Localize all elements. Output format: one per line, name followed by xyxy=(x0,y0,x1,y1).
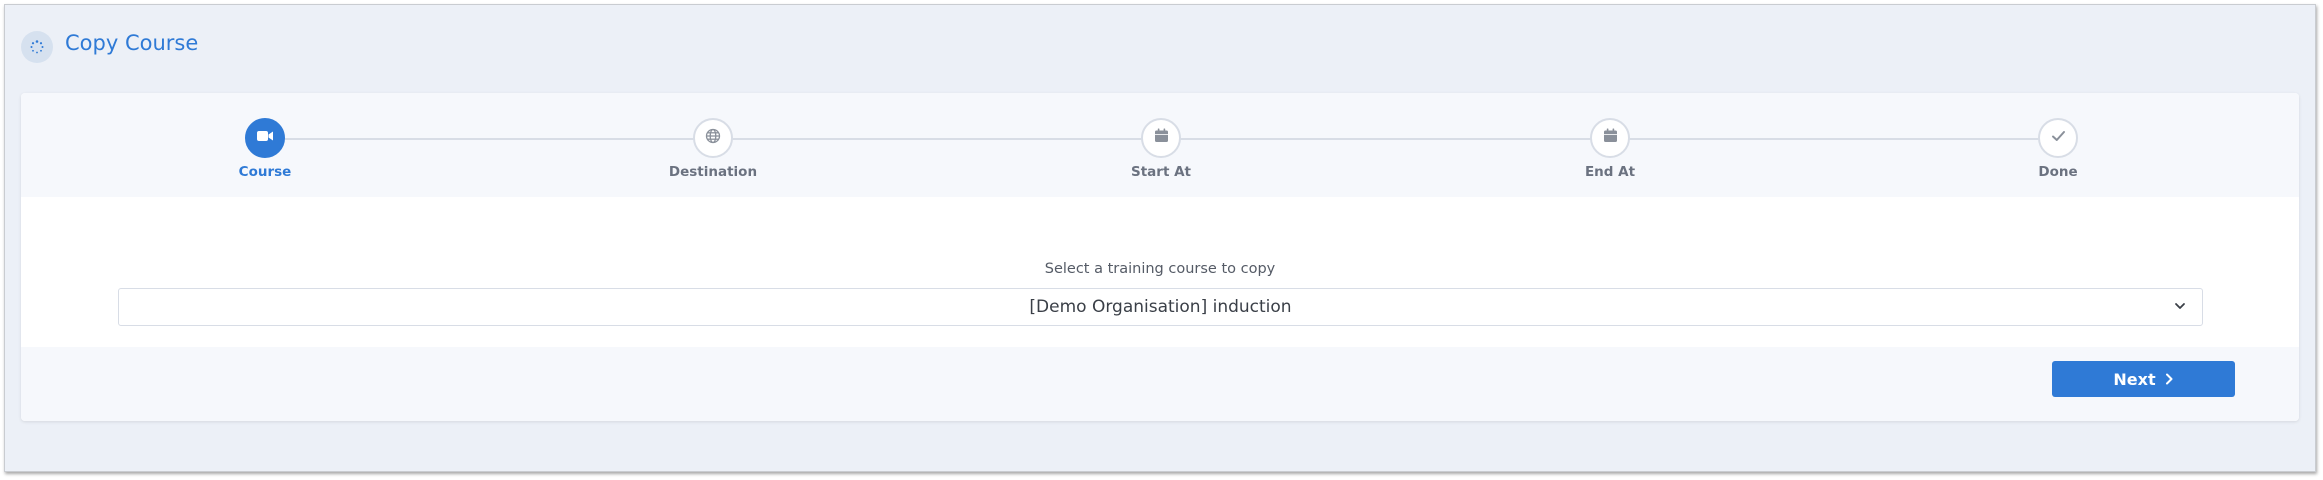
course-select[interactable]: [Demo Organisation] induction xyxy=(118,288,2203,326)
calendar-icon xyxy=(1603,128,1618,148)
wizard-stepper: Course Destination Start At End At Done xyxy=(21,93,2299,197)
step-start-at-label: Start At xyxy=(1131,164,1191,180)
step-start-at-circle xyxy=(1141,118,1181,158)
step-end-at[interactable]: End At xyxy=(1530,118,1690,180)
page-title: Copy Course xyxy=(65,31,199,55)
step-course-circle xyxy=(245,118,285,158)
next-button-label: Next xyxy=(2113,369,2156,389)
globe-icon xyxy=(705,128,721,149)
step-destination-label: Destination xyxy=(668,164,758,180)
calendar-icon xyxy=(1154,128,1169,148)
page-header: Copy Course xyxy=(21,31,198,63)
wizard-footer: Next xyxy=(21,347,2299,421)
chevron-right-icon xyxy=(2164,372,2174,386)
spinner-icon xyxy=(21,31,53,63)
chevron-down-icon xyxy=(2172,298,2188,319)
step-destination[interactable]: Destination xyxy=(633,118,793,180)
step-course-label: Course xyxy=(238,164,292,180)
course-select-label: Select a training course to copy xyxy=(1044,261,1276,277)
step-done-label: Done xyxy=(2038,164,2078,180)
course-select-value: [Demo Organisation] induction xyxy=(1029,297,1292,317)
video-camera-icon xyxy=(256,129,274,148)
step-done[interactable]: Done xyxy=(1978,118,2138,180)
wizard-card: Course Destination Start At End At Done … xyxy=(21,93,2299,421)
step-course[interactable]: Course xyxy=(185,118,345,180)
next-button[interactable]: Next xyxy=(2052,361,2235,397)
copy-course-window: Copy Course Course Destination Start At … xyxy=(4,4,2316,472)
step-end-at-circle xyxy=(1590,118,1630,158)
step-destination-circle xyxy=(693,118,733,158)
check-icon xyxy=(2051,129,2066,147)
step-start-at[interactable]: Start At xyxy=(1081,118,1241,180)
course-selection-section: Select a training course to copy [Demo O… xyxy=(21,197,2299,347)
step-end-at-label: End At xyxy=(1584,164,1636,180)
step-done-circle xyxy=(2038,118,2078,158)
